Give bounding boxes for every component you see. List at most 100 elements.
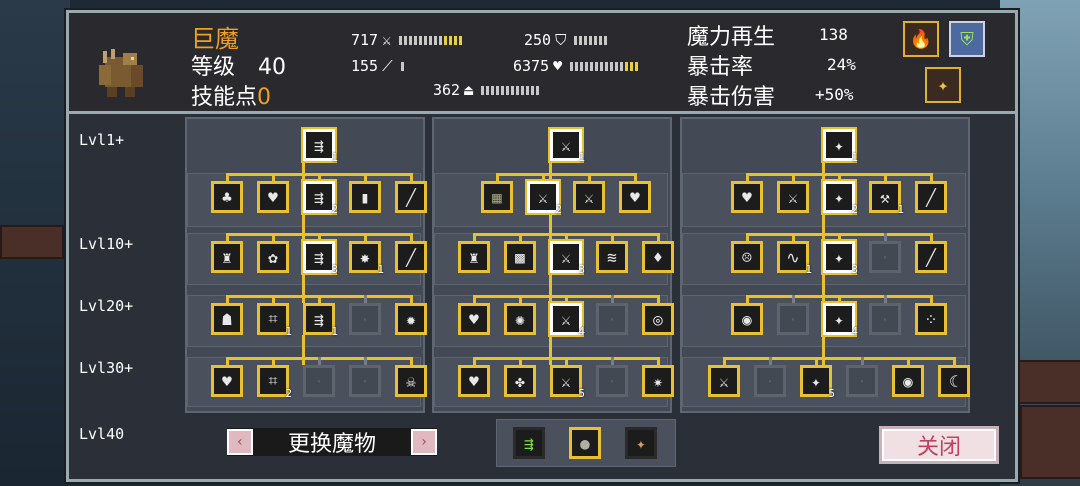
skill-node[interactable]: ▮ (349, 181, 381, 213)
tab-rock-tree[interactable]: ● (569, 427, 601, 459)
skill-tree-connector (410, 233, 413, 241)
skill-node[interactable]: ⚔ 5 (550, 365, 585, 400)
skill-node[interactable]: · (754, 365, 786, 397)
skill-node[interactable]: ♣ (211, 181, 243, 213)
skill-node[interactable]: ✦ 4 (823, 303, 858, 338)
skill-node[interactable]: ♥ (458, 365, 490, 397)
skill-node[interactable]: ✦ 2 (823, 181, 858, 216)
skill-node[interactable]: · (869, 303, 901, 335)
skill-node[interactable]: ◎ (642, 303, 674, 335)
swap-monster-label[interactable]: 更换魔物 (288, 426, 376, 458)
skill-node[interactable]: ⚔ (708, 365, 740, 397)
skill-node[interactable]: ⚔ (573, 181, 605, 213)
tab-nature-tree[interactable]: ⇶ (513, 427, 545, 459)
skill-node[interactable]: ◉ (892, 365, 924, 397)
skill-tree-connector (884, 233, 887, 241)
star-buff-icon[interactable]: ✦ (925, 67, 961, 103)
skill-node[interactable]: ▩ (504, 241, 536, 273)
skill-node[interactable]: ♥ (458, 303, 490, 335)
skill-tree-connector (565, 295, 568, 303)
skill-node[interactable]: · (349, 303, 381, 335)
skill-node[interactable]: ♦ (642, 241, 674, 273)
skill-tree-connector (861, 357, 864, 365)
skill-rank-count: 1 (331, 151, 338, 164)
skill-tree-connector (930, 173, 933, 181)
tab-strike-tree[interactable]: ✦ (625, 427, 657, 459)
skill-node[interactable]: ⚔ 3 (550, 241, 585, 276)
skill-node[interactable]: ⚔ 1 (550, 129, 585, 164)
skill-node[interactable]: ⇶ 3 (303, 241, 338, 276)
skill-tree-connector (822, 273, 825, 303)
skill-node[interactable]: · (777, 303, 809, 335)
skill-node[interactable]: ♥ (619, 181, 651, 213)
skill-node[interactable]: · (349, 365, 381, 397)
skill-node[interactable]: ✷ (642, 365, 674, 397)
fire-buff-icon[interactable]: 🔥 (903, 21, 939, 57)
skill-node[interactable]: ⇶ 1 (303, 303, 338, 338)
skill-node[interactable]: ☹ (731, 241, 763, 273)
skill-node[interactable]: ✦ 1 (823, 129, 858, 164)
skill-tree-connector (226, 173, 229, 181)
skill-node[interactable]: ♜ (458, 241, 490, 273)
skill-node[interactable]: ⌗ 1 (257, 303, 292, 338)
skill-node[interactable]: ╱ (395, 181, 427, 213)
skill-node[interactable]: ♥ (257, 181, 289, 213)
attack-bar (399, 35, 463, 45)
skill-tree-connector (822, 213, 825, 241)
skill-tree-connector (226, 357, 229, 365)
skill-tree-connector (302, 161, 305, 181)
prev-monster-button[interactable]: ‹ (227, 429, 253, 455)
skill-node[interactable]: ☾ (938, 365, 970, 397)
skill-points-label: 技能点 (191, 85, 258, 110)
skill-rank-count: 1 (897, 203, 904, 216)
skill-node[interactable]: ╱ (395, 241, 427, 273)
skill-node[interactable]: ⚔ 2 (527, 181, 562, 216)
skill-rank-count: 4 (578, 325, 585, 338)
skill-node[interactable]: · (869, 241, 901, 273)
skill-node[interactable]: ☗ (211, 303, 243, 335)
skill-node[interactable]: ♜ (211, 241, 243, 273)
skill-node[interactable]: ╱ (915, 181, 947, 213)
skill-tree-connector (588, 173, 591, 181)
skill-tree-connector (519, 233, 522, 241)
skill-tree-connector (884, 173, 887, 181)
skill-tree-connector (907, 357, 910, 365)
next-monster-button[interactable]: › (410, 429, 437, 455)
skill-node[interactable]: ✿ (257, 241, 289, 273)
skill-node[interactable]: ✦ 5 (800, 365, 835, 400)
close-button[interactable]: 关闭 (879, 426, 999, 464)
background-brick (1010, 360, 1080, 404)
skill-node[interactable]: ✺ (504, 303, 536, 335)
skill-tree-connector (364, 173, 367, 181)
skill-node[interactable]: · (596, 303, 628, 335)
skill-rank-count: 2 (851, 203, 858, 216)
skill-tree-connector (364, 233, 367, 241)
skill-node[interactable]: ✤ (504, 365, 536, 397)
skill-node[interactable]: ⇶ 2 (303, 181, 338, 216)
skill-tree-connector (496, 173, 499, 181)
skill-node[interactable]: ▦ (481, 181, 513, 213)
skill-node[interactable]: ≋ (596, 241, 628, 273)
skill-node[interactable]: · (303, 365, 335, 397)
skill-node[interactable]: ♥ (211, 365, 243, 397)
skill-tree-connector (611, 295, 614, 303)
skill-node[interactable]: · (846, 365, 878, 397)
shield-buff-icon[interactable]: ⛨ (949, 21, 985, 57)
skill-node[interactable]: ⚔ 4 (550, 303, 585, 338)
skill-node[interactable]: · (596, 365, 628, 397)
skill-node[interactable]: ⇶ 1 (303, 129, 338, 164)
skill-node[interactable]: ⚔ (777, 181, 809, 213)
skill-node[interactable]: ⌗ 2 (257, 365, 292, 400)
skill-node[interactable]: ⚒ 1 (869, 181, 904, 216)
skill-node[interactable]: ✦ 3 (823, 241, 858, 276)
skill-node[interactable]: ∿ 1 (777, 241, 812, 276)
skill-node[interactable]: ◉ (731, 303, 763, 335)
skill-tree-connector (822, 335, 825, 365)
skill-node[interactable]: ☠ (395, 365, 427, 397)
skill-node[interactable]: ✹ (395, 303, 427, 335)
skill-node[interactable]: ╱ (915, 241, 947, 273)
skill-node[interactable]: ⁘ (915, 303, 947, 335)
skill-tree-connector (226, 233, 229, 241)
skill-node[interactable]: ✸ 1 (349, 241, 384, 276)
skill-node[interactable]: ♥ (731, 181, 763, 213)
